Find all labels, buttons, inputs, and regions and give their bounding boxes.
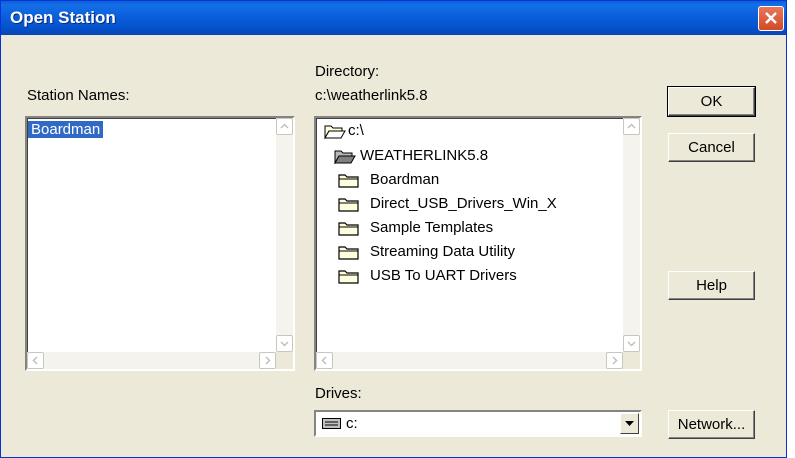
open-folder-icon	[334, 150, 356, 164]
folder-icon	[338, 222, 359, 236]
scroll-down-button[interactable]	[623, 335, 640, 352]
ok-button[interactable]: OK	[667, 86, 756, 117]
chevron-right-icon	[612, 356, 618, 365]
chevron-down-icon	[627, 341, 636, 347]
folder-icon	[338, 198, 359, 212]
drives-dropdown[interactable]: c:	[314, 410, 642, 437]
close-button[interactable]	[758, 6, 784, 31]
folder-icon	[338, 246, 359, 260]
station-item-boardman[interactable]: Boardman	[28, 121, 104, 138]
horizontal-scrollbar[interactable]	[316, 352, 623, 369]
vertical-scrollbar[interactable]	[276, 118, 293, 352]
scroll-up-button[interactable]	[276, 118, 293, 135]
scroll-down-button[interactable]	[276, 335, 293, 352]
horizontal-scrollbar[interactable]	[27, 352, 276, 369]
scroll-left-button[interactable]	[316, 352, 333, 369]
dropdown-arrow-icon	[625, 421, 634, 426]
chevron-up-icon	[280, 123, 289, 129]
network-button[interactable]: Network...	[668, 410, 755, 439]
chevron-right-icon	[265, 356, 271, 365]
chevron-up-icon	[627, 123, 636, 129]
open-folder-icon	[324, 125, 346, 139]
station-names-list[interactable]: Boardman	[25, 116, 295, 371]
list-item[interactable]: Boardman	[28, 120, 104, 139]
scroll-right-button[interactable]	[606, 352, 623, 369]
scroll-left-button[interactable]	[27, 352, 44, 369]
dialog-title: Open Station	[10, 8, 116, 27]
station-names-label: Station Names:	[27, 87, 130, 104]
help-button[interactable]: Help	[668, 271, 755, 300]
chevron-left-icon	[32, 356, 38, 365]
drive-icon	[322, 418, 341, 429]
cancel-button[interactable]: Cancel	[668, 133, 755, 162]
drives-value: c:	[346, 415, 358, 432]
directory-tree[interactable]: c:\ WEATHERLINK5.8 Boardman Direct_USB_D…	[314, 116, 642, 371]
title-bar[interactable]: Open Station	[1, 1, 786, 35]
directory-label: Directory:	[315, 63, 380, 80]
scroll-right-button[interactable]	[259, 352, 276, 369]
vertical-scrollbar[interactable]	[623, 118, 640, 352]
drives-label: Drives:	[315, 385, 362, 402]
chevron-down-icon	[280, 341, 289, 347]
open-station-dialog: Open Station Station Names: Boardman Dir…	[0, 0, 787, 458]
chevron-left-icon	[321, 356, 327, 365]
dropdown-button[interactable]	[620, 413, 639, 434]
folder-icon	[338, 174, 359, 188]
folder-icon	[338, 270, 359, 284]
directory-path: c:\weatherlink5.8	[315, 87, 428, 104]
scroll-up-button[interactable]	[623, 118, 640, 135]
close-icon	[765, 12, 777, 24]
